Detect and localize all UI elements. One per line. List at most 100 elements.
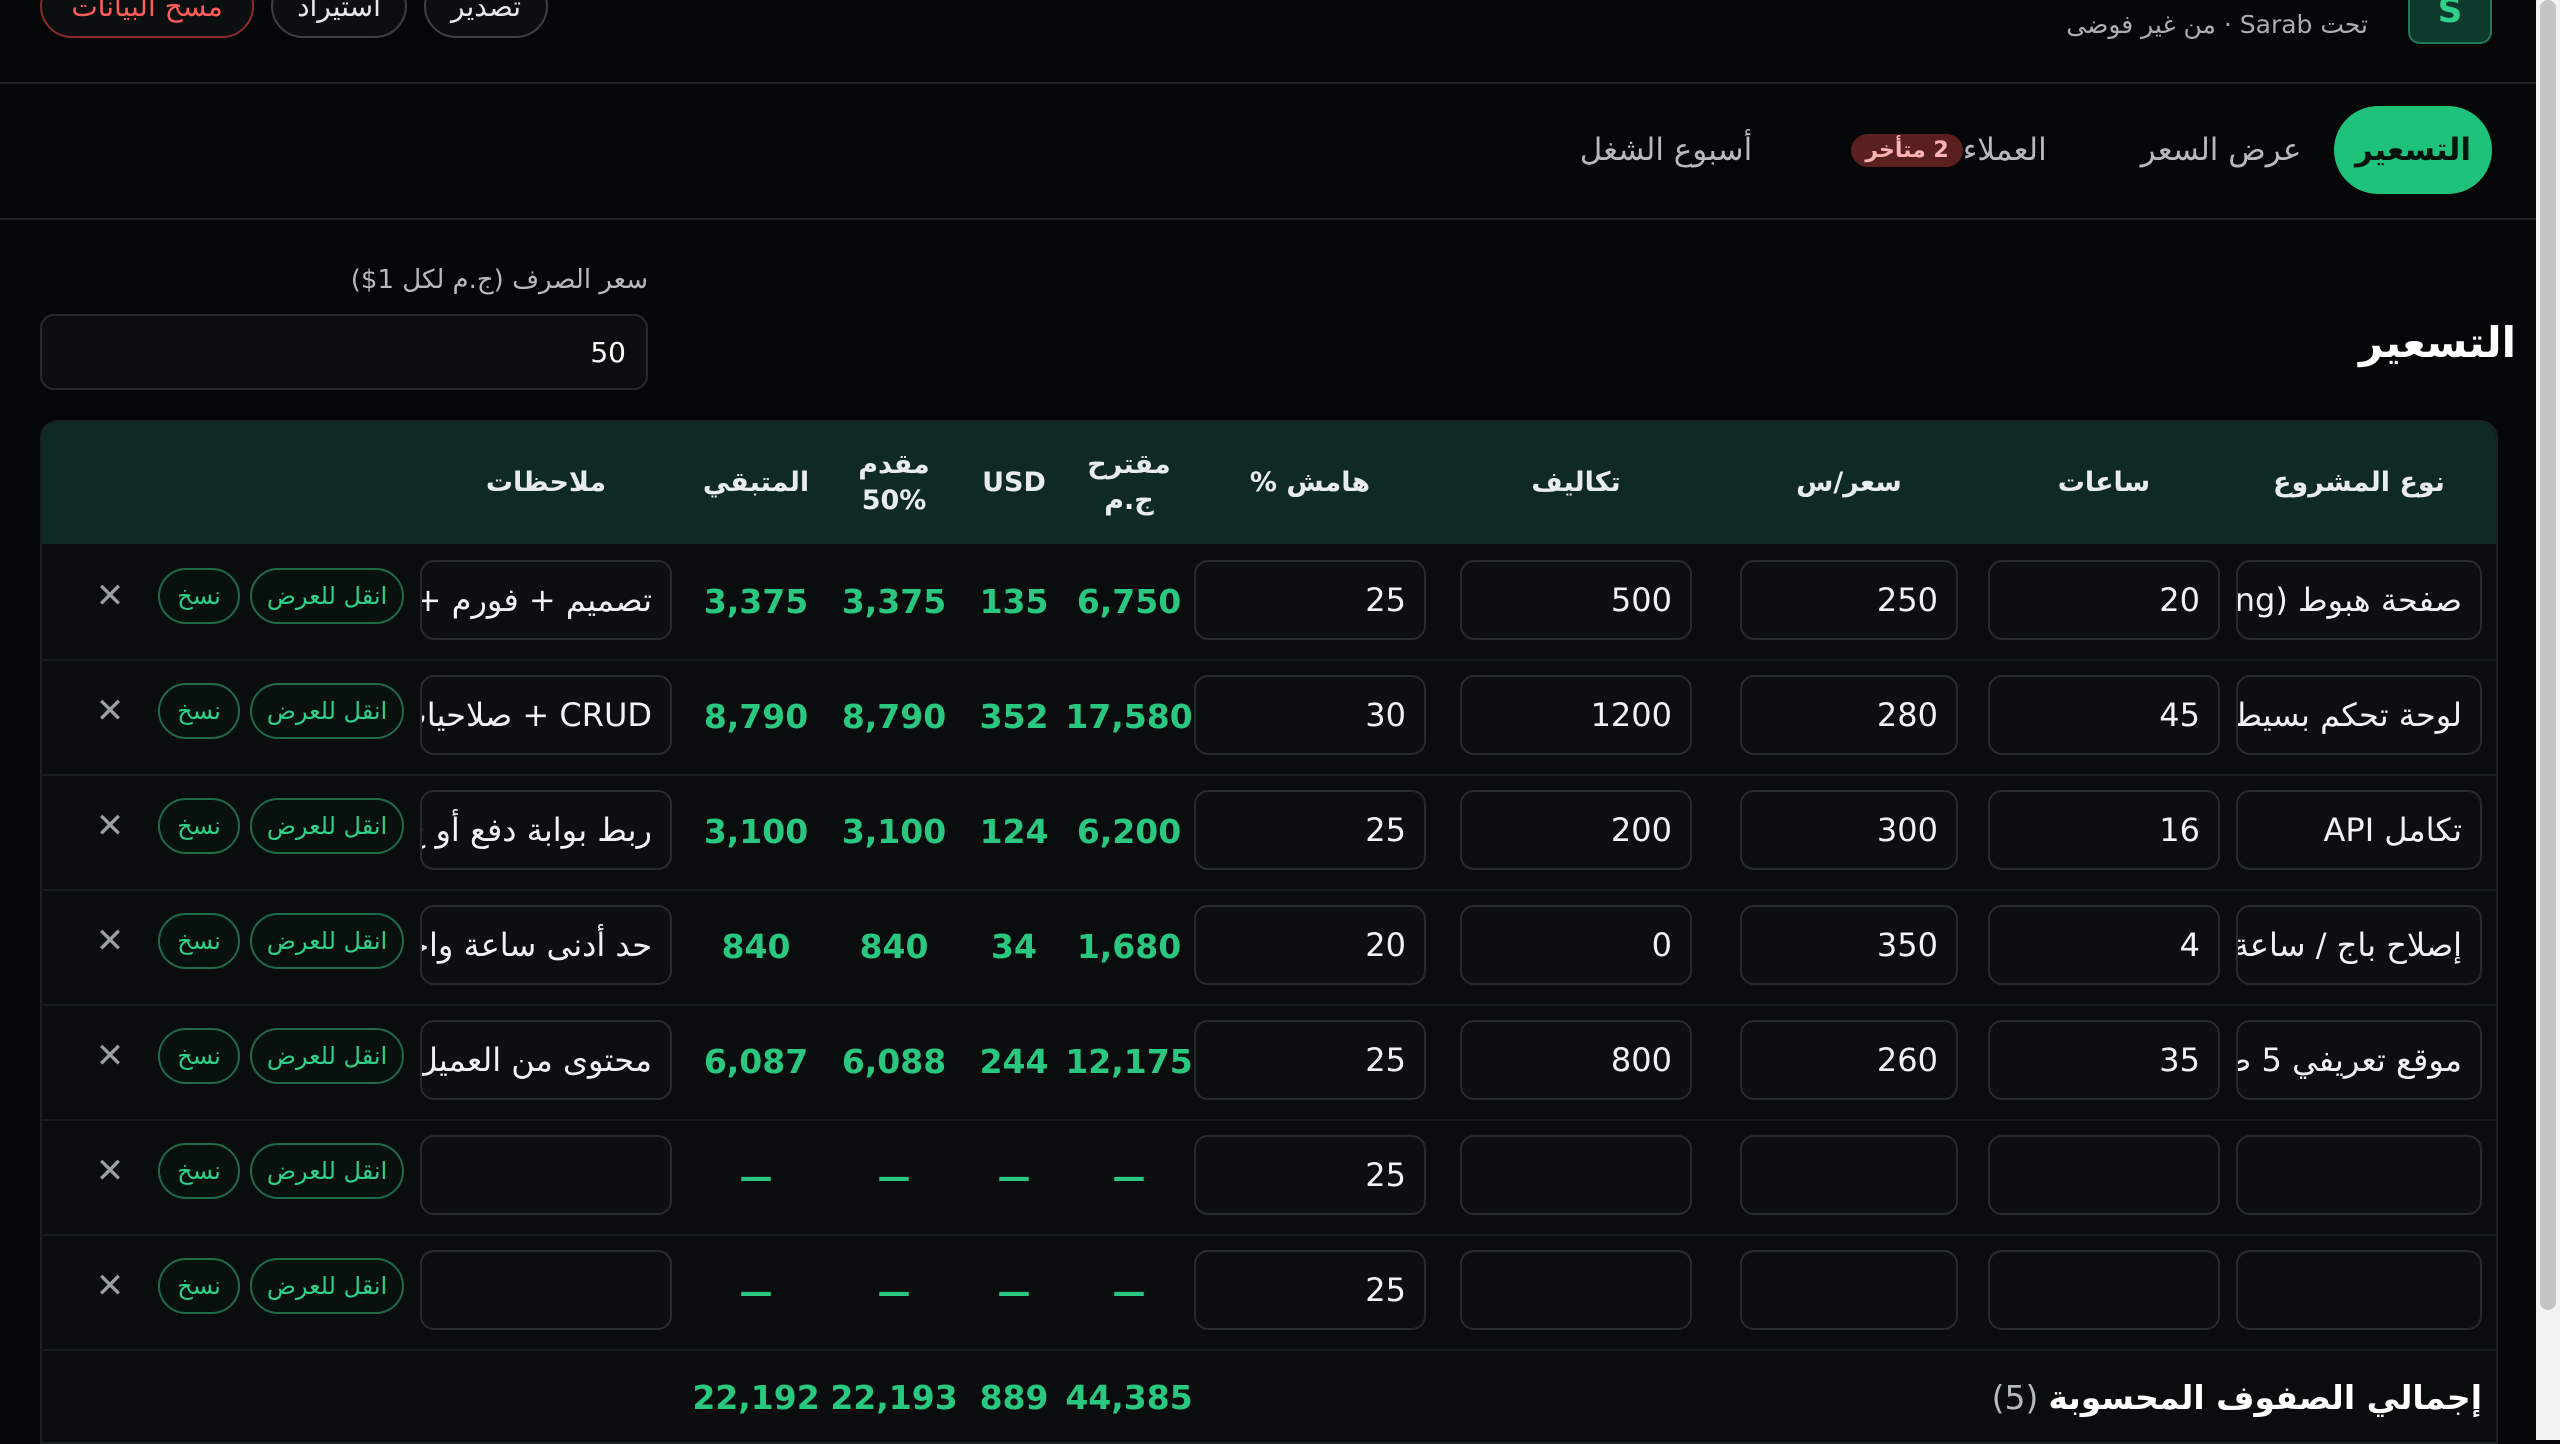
notes-input[interactable]: محتوى من العميل — [420, 1020, 672, 1100]
table-row: موقع تعريفي 5 ص35 260 800 25 محتوى من العميل… — [42, 1004, 2496, 1121]
costs-input[interactable]: 500 — [1460, 560, 1692, 640]
tab-pricing[interactable]: التسعير — [2334, 106, 2492, 194]
suggested-egp-value: 17,580 — [1065, 697, 1193, 736]
project-type-input[interactable]: لوحة تحكم بسيطة — [2236, 675, 2482, 755]
total-remaining: 22,192 — [692, 1377, 820, 1417]
delete-row-icon[interactable]: ✕ — [90, 568, 130, 624]
margin-input[interactable]: 25 — [1194, 1020, 1426, 1100]
hourly-rate-input[interactable]: 260 — [1740, 1020, 1958, 1100]
project-type-input[interactable]: إصلاح باج / ساعة — [2236, 905, 2482, 985]
scrollbar-thumb[interactable] — [2540, 0, 2556, 1310]
clear-data-button[interactable]: مسح البيانات — [40, 0, 254, 38]
margin-input[interactable]: 25 — [1194, 560, 1426, 640]
tab-clients[interactable]: العملاء 2 متأخر — [1816, 106, 2066, 194]
costs-input[interactable]: 200 — [1460, 790, 1692, 870]
copy-row-button[interactable]: نسخ — [158, 798, 240, 854]
hourly-rate-input[interactable] — [1740, 1250, 1958, 1330]
project-type-input[interactable]: تكامل API — [2236, 790, 2482, 870]
col-header-margin: هامش % — [1249, 466, 1371, 498]
move-to-quote-button[interactable]: انقل للعرض — [250, 1258, 404, 1314]
project-type-input[interactable]: موقع تعريفي 5 ص — [2236, 1020, 2482, 1100]
usd-value: 124 — [979, 812, 1049, 851]
hours-input[interactable] — [1988, 1135, 2220, 1215]
hourly-rate-input[interactable]: 280 — [1740, 675, 1958, 755]
costs-input[interactable]: 800 — [1460, 1020, 1692, 1100]
notes-input[interactable]: حد أدنى ساعة واحدة — [420, 905, 672, 985]
margin-input[interactable]: 25 — [1194, 1250, 1426, 1330]
hourly-rate-input[interactable]: 300 — [1740, 790, 1958, 870]
move-to-quote-button[interactable]: انقل للعرض — [250, 913, 404, 969]
usd-value: — — [997, 1157, 1031, 1196]
notes-input[interactable]: تصميم + فورم + ت — [420, 560, 672, 640]
remaining-value: 8,790 — [703, 697, 809, 736]
hours-input[interactable]: 45 — [1988, 675, 2220, 755]
delete-row-icon[interactable]: ✕ — [90, 913, 130, 969]
margin-input[interactable]: 30 — [1194, 675, 1426, 755]
project-type-input[interactable]: صفحة هبوط (ng — [2236, 560, 2482, 640]
move-to-quote-button[interactable]: انقل للعرض — [250, 1028, 404, 1084]
hours-input[interactable]: 20 — [1988, 560, 2220, 640]
move-to-quote-button[interactable]: انقل للعرض — [250, 798, 404, 854]
col-header-usd: USD — [982, 466, 1046, 498]
copy-row-button[interactable]: نسخ — [158, 913, 240, 969]
costs-input[interactable] — [1460, 1135, 1692, 1215]
project-type-input[interactable] — [2236, 1250, 2482, 1330]
notes-input[interactable]: ربط بوابة دفع أو خ — [420, 790, 672, 870]
costs-input[interactable] — [1460, 1250, 1692, 1330]
totals-label: إجمالي الصفوف المحسوبة (5) — [1992, 1352, 2482, 1442]
copy-row-button[interactable]: نسخ — [158, 1143, 240, 1199]
delete-row-icon[interactable]: ✕ — [90, 683, 130, 739]
hourly-rate-input[interactable] — [1740, 1135, 1958, 1215]
delete-row-icon[interactable]: ✕ — [90, 1143, 130, 1199]
hours-input[interactable]: 4 — [1988, 905, 2220, 985]
delete-row-icon[interactable]: ✕ — [90, 1258, 130, 1314]
delete-row-icon[interactable]: ✕ — [90, 1028, 130, 1084]
remaining-value: 3,100 — [703, 812, 809, 851]
deposit-value: 6,088 — [841, 1042, 947, 1081]
suggested-egp-value: — — [1112, 1157, 1146, 1196]
move-to-quote-button[interactable]: انقل للعرض — [250, 568, 404, 624]
hourly-rate-input[interactable]: 250 — [1740, 560, 1958, 640]
costs-input[interactable]: 0 — [1460, 905, 1692, 985]
page-title: التسعير — [2358, 318, 2516, 367]
total-usd: 889 — [979, 1377, 1049, 1417]
hours-input[interactable] — [1988, 1250, 2220, 1330]
suggested-egp-value: — — [1112, 1272, 1146, 1311]
usd-value: 135 — [979, 582, 1049, 621]
deposit-value: — — [877, 1272, 911, 1311]
copy-row-button[interactable]: نسخ — [158, 568, 240, 624]
margin-input[interactable]: 25 — [1194, 1135, 1426, 1215]
copy-row-button[interactable]: نسخ — [158, 683, 240, 739]
hours-input[interactable]: 35 — [1988, 1020, 2220, 1100]
hours-input[interactable]: 16 — [1988, 790, 2220, 870]
suggested-egp-value: 1,680 — [1076, 927, 1182, 966]
move-to-quote-button[interactable]: انقل للعرض — [250, 683, 404, 739]
col-header-suggested: مقترح ج.م — [1087, 448, 1171, 516]
hourly-rate-input[interactable]: 350 — [1740, 905, 1958, 985]
totals-row: إجمالي الصفوف المحسوبة (5) 44,385 889 22… — [42, 1352, 2496, 1442]
costs-input[interactable]: 1200 — [1460, 675, 1692, 755]
margin-input[interactable]: 20 — [1194, 905, 1426, 985]
suggested-egp-value: 6,750 — [1076, 582, 1182, 621]
table-row: لوحة تحكم بسيطة45 280 1200 30 CRUD + صلاحيات… — [42, 659, 2496, 776]
margin-input[interactable]: 25 — [1194, 790, 1426, 870]
totals-count: (5) — [1991, 1377, 2039, 1417]
notes-input[interactable] — [420, 1250, 672, 1330]
page-scrollbar[interactable] — [2536, 0, 2560, 1440]
notes-input[interactable] — [420, 1135, 672, 1215]
copy-row-button[interactable]: نسخ — [158, 1258, 240, 1314]
copy-row-button[interactable]: نسخ — [158, 1028, 240, 1084]
import-button[interactable]: استيراد — [271, 0, 407, 38]
delete-row-icon[interactable]: ✕ — [90, 798, 130, 854]
move-to-quote-button[interactable]: انقل للعرض — [250, 1143, 404, 1199]
project-type-input[interactable] — [2236, 1135, 2482, 1215]
table-row: إصلاح باج / ساعة4 350 0 20 حد أدنى ساعة واحد… — [42, 889, 2496, 1006]
tab-quote[interactable]: عرض السعر — [2136, 106, 2306, 194]
exchange-rate-input[interactable] — [40, 314, 648, 390]
tab-work-week[interactable]: أسبوع الشغل — [1566, 106, 1766, 194]
tab-label: العملاء — [1962, 132, 2047, 168]
usd-value: 244 — [979, 1042, 1049, 1081]
export-button[interactable]: تصدير — [424, 0, 548, 38]
suggested-egp-value: 12,175 — [1065, 1042, 1193, 1081]
notes-input[interactable]: CRUD + صلاحيات — [420, 675, 672, 755]
